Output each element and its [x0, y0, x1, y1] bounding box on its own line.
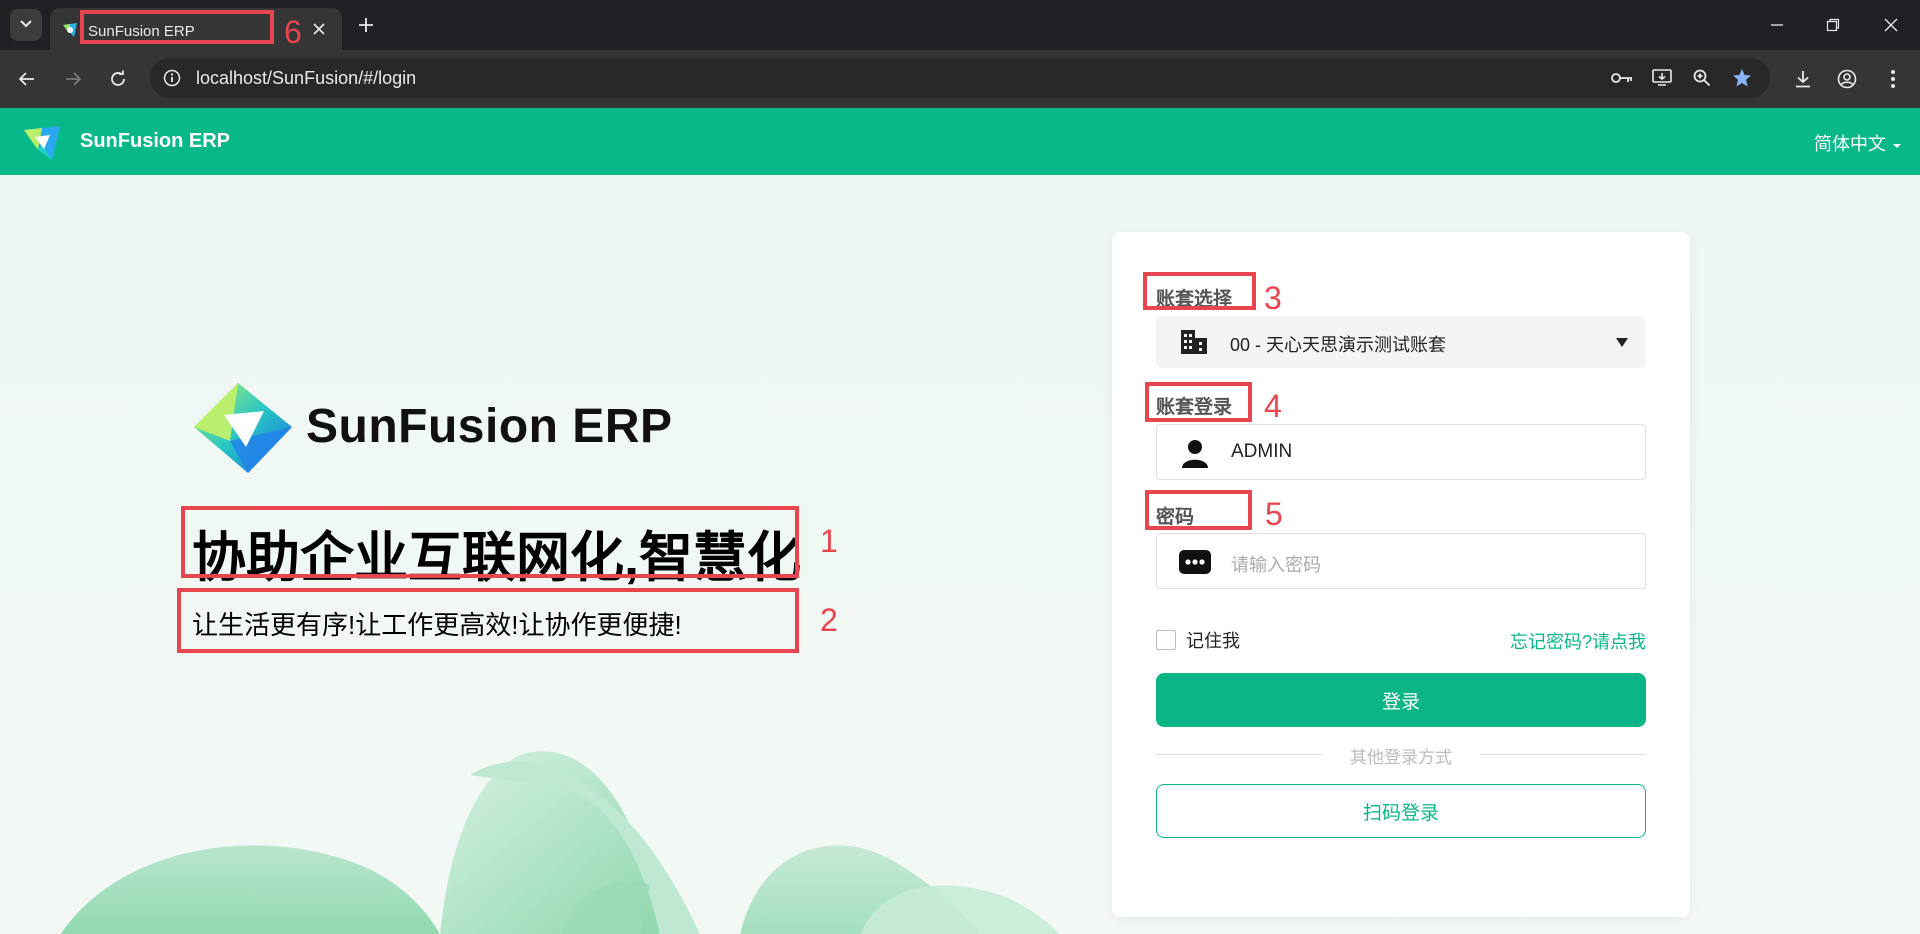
password-placeholder: 请输入密码 [1231, 555, 1321, 575]
site-info-icon[interactable] [160, 66, 184, 90]
profile-icon[interactable] [1834, 66, 1860, 92]
annotation-number-6: 6 [284, 14, 302, 50]
annotation-number-3: 3 [1264, 280, 1282, 316]
remember-checkbox[interactable] [1156, 630, 1176, 650]
address-bar[interactable]: localhost/SunFusion/#/login [150, 58, 1770, 98]
qr-login-button[interactable]: 扫码登录 [1156, 784, 1646, 838]
username-input[interactable]: ADMIN [1156, 424, 1646, 480]
window-close-icon[interactable] [1876, 10, 1906, 40]
forgot-password-link[interactable]: 忘记密码?请点我 [1510, 628, 1646, 654]
chevron-down-icon [1892, 133, 1902, 154]
reload-icon[interactable] [105, 66, 131, 92]
annotation-box-3 [1143, 272, 1256, 310]
login-button[interactable]: 登录 [1156, 673, 1646, 727]
account-set-select[interactable]: 00 - 天心天思演示测试账套 [1156, 316, 1646, 368]
menu-dots-icon[interactable] [1880, 66, 1906, 92]
annotation-number-4: 4 [1264, 388, 1282, 424]
annotation-number-2: 2 [820, 602, 838, 638]
url-text: localhost/SunFusion/#/login [196, 68, 417, 88]
chevron-down-icon [1616, 338, 1628, 347]
language-selector[interactable]: 简体中文 [1814, 130, 1902, 156]
login-card: 账套选择 00 - 天心天思演示测试账套 账套登录 ADMIN 密码 请输入密码… [1112, 232, 1690, 917]
background-art [60, 751, 1060, 934]
tab-list-button[interactable] [10, 9, 42, 41]
tab-list-icon [19, 16, 33, 34]
app-title: SunFusion ERP [80, 130, 230, 152]
annotation-box-6 [80, 10, 274, 44]
brand-logo-icon [190, 381, 294, 475]
plus-icon[interactable] [354, 13, 378, 37]
user-icon [1179, 437, 1211, 469]
brand-name: SunFusion ERP [306, 400, 673, 453]
forward-icon[interactable] [60, 66, 86, 92]
download-icon[interactable] [1790, 66, 1816, 92]
language-label: 简体中文 [1814, 134, 1886, 154]
restore-icon[interactable] [1818, 10, 1848, 40]
annotation-box-5 [1145, 490, 1252, 530]
account-set-value: 00 - 天心天思演示测试账套 [1230, 335, 1447, 355]
annotation-box-1 [181, 506, 799, 578]
app-header: SunFusion ERP 简体中文 [0, 108, 1920, 175]
back-icon[interactable] [14, 66, 40, 92]
remember-label: 记住我 [1186, 631, 1240, 651]
password-dots-icon [1179, 546, 1211, 578]
annotation-number-1: 1 [820, 523, 838, 559]
zoom-icon[interactable] [1690, 66, 1714, 90]
annotation-box-2 [177, 588, 799, 653]
browser-toolbar: localhost/SunFusion/#/login [0, 50, 1920, 108]
password-input[interactable]: 请输入密码 [1156, 533, 1646, 589]
minimize-icon[interactable] [1762, 10, 1792, 40]
remember-me[interactable]: 记住我 [1156, 627, 1240, 653]
close-icon[interactable] [308, 18, 330, 40]
app-logo-icon [20, 120, 64, 164]
building-icon [1178, 326, 1210, 358]
password-key-icon[interactable] [1610, 66, 1634, 90]
login-page: SunFusion ERP 协助企业互联网化,智慧化 让生活更有序!让工作更高效… [0, 175, 1920, 934]
username-value: ADMIN [1231, 441, 1293, 462]
annotation-number-5: 5 [1265, 496, 1283, 532]
other-login-methods: 其他登录方式 [1350, 748, 1452, 767]
install-app-icon[interactable] [1650, 66, 1674, 90]
app-favicon-icon [61, 21, 79, 39]
annotation-box-4 [1145, 382, 1252, 422]
bookmark-star-icon[interactable] [1730, 66, 1754, 90]
